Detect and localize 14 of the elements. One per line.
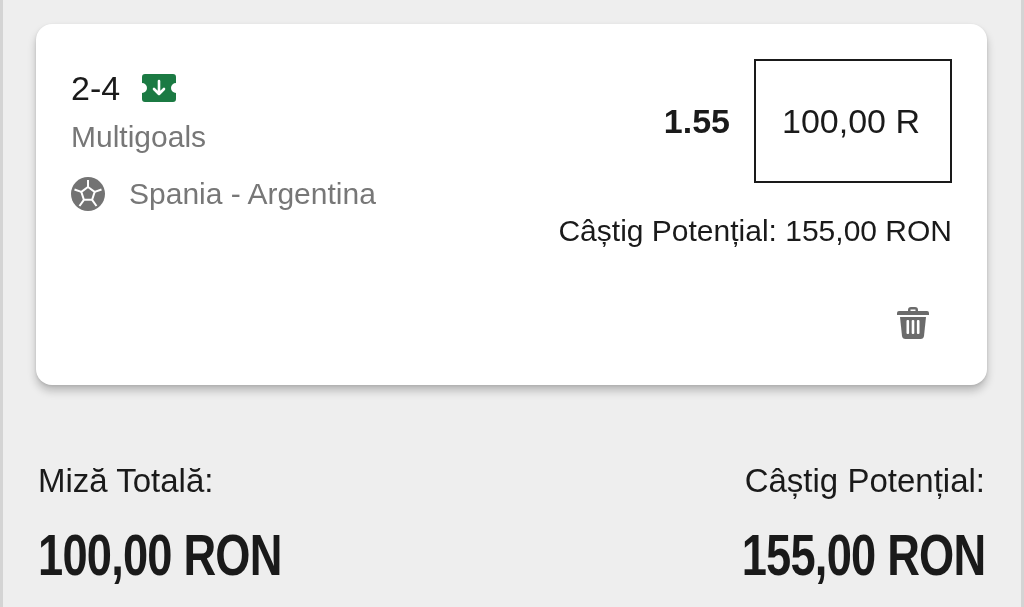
delete-button[interactable] xyxy=(896,306,930,340)
stake-input[interactable]: 100,00 R xyxy=(754,59,952,183)
ticket-arrow-icon xyxy=(142,74,177,102)
market-name: Multigoals xyxy=(71,119,208,155)
selection-title: 2-4 xyxy=(71,68,121,109)
potential-win-label: Câștig Potențial: xyxy=(744,461,985,501)
total-stake-label: Miză Totală: xyxy=(38,461,214,501)
event-name: Spania - Argentina xyxy=(129,176,376,212)
trash-icon xyxy=(896,306,930,340)
potential-win-text: Câștig Potențial: 155,00 RON xyxy=(558,213,952,249)
soccer-ball-icon xyxy=(71,177,105,211)
potential-win-amount: 155,00 RON xyxy=(741,523,985,587)
total-stake-amount: 100,00 RON xyxy=(38,523,282,587)
odds-value: 1.55 xyxy=(663,101,730,141)
